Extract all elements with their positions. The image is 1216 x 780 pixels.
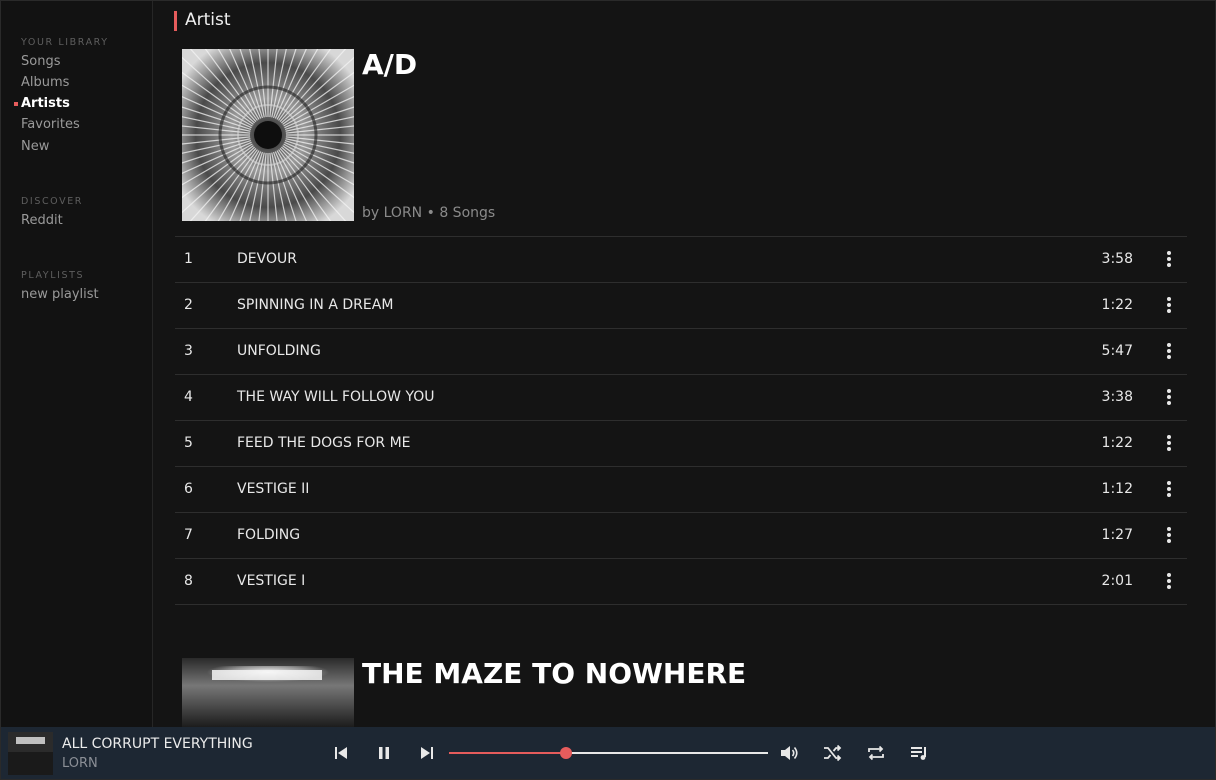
track-row[interactable]: 1 DEVOUR 3:58 <box>175 237 1187 283</box>
track-title: FEED THE DOGS FOR ME <box>237 435 411 451</box>
now-playing-cover[interactable] <box>8 732 53 775</box>
progress-knob[interactable] <box>560 747 573 759</box>
more-options-icon[interactable] <box>1163 295 1175 315</box>
album-song-count: 8 Songs <box>439 205 496 221</box>
more-options-icon[interactable] <box>1163 525 1175 545</box>
skip-next-icon[interactable] <box>416 742 438 764</box>
sidebar-item-favorites[interactable]: Favorites <box>21 117 80 132</box>
sidebar-item-songs[interactable]: Songs <box>21 54 60 69</box>
track-number: 3 <box>184 343 193 359</box>
track-number: 8 <box>184 573 193 589</box>
track-duration: 1:22 <box>1101 435 1133 451</box>
track-title: SPINNING IN A DREAM <box>237 297 394 313</box>
album-artist-link[interactable]: by LORN <box>362 205 422 221</box>
more-options-icon[interactable] <box>1163 387 1175 407</box>
track-title: THE WAY WILL FOLLOW YOU <box>237 389 435 405</box>
track-duration: 3:38 <box>1101 389 1133 405</box>
track-number: 1 <box>184 251 193 267</box>
now-playing-artist[interactable]: LORN <box>62 756 98 771</box>
track-duration: 1:22 <box>1101 297 1133 313</box>
album-title: A/D <box>362 48 418 81</box>
track-number: 5 <box>184 435 193 451</box>
album-art-maze <box>182 658 354 727</box>
more-options-icon[interactable] <box>1163 341 1175 361</box>
player-bar: ALL CORRUPT EVERYTHING LORN <box>1 727 1215 779</box>
track-row[interactable]: 4 THE WAY WILL FOLLOW YOU 3:38 <box>175 375 1187 421</box>
sidebar-item-new[interactable]: New <box>21 139 49 154</box>
track-title: VESTIGE I <box>237 573 306 589</box>
library-section-title: YOUR LIBRARY <box>21 37 109 48</box>
track-number: 4 <box>184 389 193 405</box>
pause-icon[interactable] <box>373 742 395 764</box>
more-options-icon[interactable] <box>1163 571 1175 591</box>
track-number: 6 <box>184 481 193 497</box>
meta-separator: • <box>426 205 435 221</box>
skip-previous-icon[interactable] <box>330 742 352 764</box>
now-playing-art <box>8 732 53 775</box>
track-row[interactable]: 5 FEED THE DOGS FOR ME 1:22 <box>175 421 1187 467</box>
album-title-maze: THE MAZE TO NOWHERE <box>362 657 747 690</box>
more-options-icon[interactable] <box>1163 479 1175 499</box>
track-title: FOLDING <box>237 527 301 543</box>
sidebar-item-artists[interactable]: Artists <box>21 96 70 111</box>
track-number: 2 <box>184 297 193 313</box>
track-duration: 1:12 <box>1101 481 1133 497</box>
track-title: DEVOUR <box>237 251 297 267</box>
track-row[interactable]: 7 FOLDING 1:27 <box>175 513 1187 559</box>
main-content: Artist A/D by LORN • 8 Songs 1 DEVOUR 3:58… <box>153 1 1215 727</box>
progress-slider[interactable] <box>449 747 768 759</box>
track-number: 7 <box>184 527 193 543</box>
track-duration: 2:01 <box>1101 573 1133 589</box>
track-row[interactable]: 3 UNFOLDING 5:47 <box>175 329 1187 375</box>
track-row[interactable]: 2 SPINNING IN A DREAM 1:22 <box>175 283 1187 329</box>
volume-icon[interactable] <box>778 742 800 764</box>
sidebar-item-reddit[interactable]: Reddit <box>21 213 63 228</box>
page-title: Artist <box>185 10 231 30</box>
sidebar-item-new-playlist[interactable]: new playlist <box>21 287 99 302</box>
playlists-section-title: PLAYLISTS <box>21 270 85 281</box>
more-options-icon[interactable] <box>1163 433 1175 453</box>
track-title: UNFOLDING <box>237 343 321 359</box>
track-duration: 1:27 <box>1101 527 1133 543</box>
track-row[interactable]: 6 VESTIGE II 1:12 <box>175 467 1187 513</box>
more-options-icon[interactable] <box>1163 249 1175 269</box>
queue-icon[interactable] <box>908 742 930 764</box>
track-duration: 3:58 <box>1101 251 1133 267</box>
sidebar-item-albums[interactable]: Albums <box>21 75 69 90</box>
now-playing-title: ALL CORRUPT EVERYTHING <box>62 736 253 752</box>
progress-fill <box>449 752 567 754</box>
heading-accent-bar <box>174 11 177 31</box>
shuffle-icon[interactable] <box>821 742 843 764</box>
album-art-radial <box>182 49 354 221</box>
repeat-icon[interactable] <box>865 742 887 764</box>
sidebar: YOUR LIBRARY Songs Albums Artists Favori… <box>1 1 153 727</box>
album-cover-ad[interactable] <box>182 49 354 221</box>
track-duration: 5:47 <box>1101 343 1133 359</box>
active-indicator <box>14 102 18 106</box>
album-meta: by LORN • 8 Songs <box>362 205 495 221</box>
track-title: VESTIGE II <box>237 481 310 497</box>
album-cover-maze[interactable] <box>182 658 354 727</box>
track-list: 1 DEVOUR 3:58 2 SPINNING IN A DREAM 1:22 3 UNFO… <box>175 236 1187 605</box>
track-row[interactable]: 8 VESTIGE I 2:01 <box>175 559 1187 605</box>
discover-section-title: DISCOVER <box>21 196 83 207</box>
